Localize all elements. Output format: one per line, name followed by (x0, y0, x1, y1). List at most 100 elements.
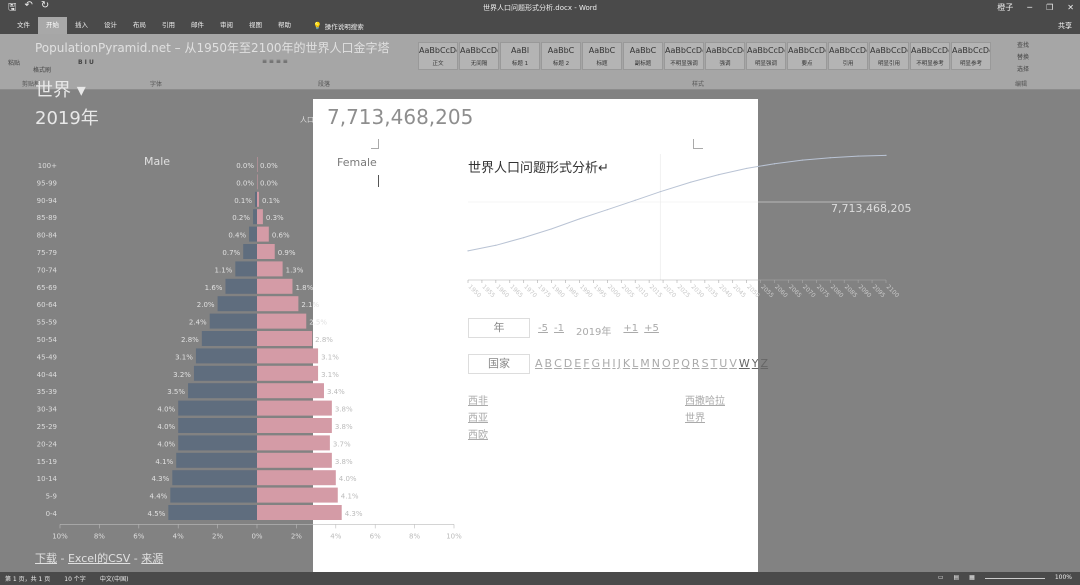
share-button[interactable]: 共享 (1058, 21, 1072, 31)
letter-link[interactable]: K (623, 357, 630, 370)
source-link[interactable]: 来源 (141, 552, 163, 565)
letter-link[interactable]: F (583, 357, 589, 370)
letter-link[interactable]: M (640, 357, 650, 370)
letter-link[interactable]: O (662, 357, 671, 370)
print-layout-icon[interactable]: ▤ (954, 574, 960, 581)
style-11[interactable]: AaBbCcDd 明显引用 (869, 42, 909, 70)
letter-link[interactable]: A (535, 357, 543, 370)
document-heading: 世界人口问题形式分析↵ (468, 161, 609, 176)
style-6[interactable]: AaBbCcDd 不明显强调 (664, 42, 704, 70)
female-label: Female (337, 156, 377, 169)
tab-6[interactable]: 邮件 (183, 17, 212, 34)
letter-link[interactable]: W (739, 357, 750, 370)
tab-2[interactable]: 插入 (67, 17, 96, 34)
letter-link[interactable]: D (564, 357, 572, 370)
male-bar (217, 296, 257, 312)
format-painter-button[interactable]: 格式刷 (33, 65, 51, 74)
find-button[interactable]: 查找 (1017, 40, 1029, 49)
style-1[interactable]: AaBbCcDd 无间隔 (459, 42, 499, 70)
tab-8[interactable]: 视图 (241, 17, 270, 34)
style-3[interactable]: AaBbC 标题 2 (541, 42, 581, 70)
letter-link[interactable]: T (711, 357, 718, 370)
x-tick-label: 1970 (522, 283, 538, 299)
style-9[interactable]: AaBbCcDd 要点 (787, 42, 827, 70)
female-value-label: 2.5% (309, 319, 327, 327)
style-2[interactable]: AaBl 标题 1 (500, 42, 540, 70)
letter-link[interactable]: I (612, 357, 615, 370)
letter-link[interactable]: G (592, 357, 601, 370)
female-bar (257, 209, 263, 225)
year-minus-1-link[interactable]: -1 (554, 323, 564, 338)
read-mode-icon[interactable]: ▭ (938, 574, 944, 581)
language-indicator[interactable]: 中文(中国) (100, 574, 129, 583)
region-link[interactable]: 西非 (468, 392, 488, 407)
letter-link[interactable]: Y (752, 357, 759, 370)
zoom-level[interactable]: 100% (1055, 574, 1072, 581)
replace-button[interactable]: 替换 (1017, 52, 1029, 61)
download-link[interactable]: 下载 (35, 552, 57, 565)
male-bar (195, 348, 257, 364)
tab-3[interactable]: 设计 (96, 17, 125, 34)
line-point (801, 159, 803, 161)
year-plus-1-link[interactable]: +1 (623, 323, 638, 338)
letter-link[interactable]: C (554, 357, 562, 370)
region-link[interactable]: 西撒哈拉 (685, 392, 725, 407)
letter-link[interactable]: Q (681, 357, 690, 370)
year-plus-5-link[interactable]: +5 (644, 323, 659, 338)
style-10[interactable]: AaBbCcDd 引用 (828, 42, 868, 70)
region-link[interactable]: 世界 (685, 409, 705, 424)
bold-button[interactable]: B I U (78, 59, 94, 66)
male-value-label: 4.0% (157, 423, 175, 431)
tab-9[interactable]: 帮助 (270, 17, 299, 34)
close-icon[interactable]: ✕ (1067, 3, 1074, 12)
letter-link[interactable]: V (729, 357, 737, 370)
restore-icon[interactable]: ❐ (1046, 3, 1053, 12)
group-styles: 样式 (692, 81, 705, 88)
select-button[interactable]: 选择 (1017, 64, 1029, 73)
page-heading: PopulationPyramid.net – 从1950年至2100年的世界人… (35, 41, 390, 55)
x-tick-label: 2030 (690, 283, 706, 299)
style-7[interactable]: AaBbCcDd 强调 (705, 42, 745, 70)
letter-link[interactable]: S (702, 357, 709, 370)
style-4[interactable]: AaBbC 标题 (582, 42, 622, 70)
minimize-icon[interactable]: ─ (1027, 3, 1032, 12)
tell-me-search[interactable]: 操作说明搜索 (325, 21, 364, 31)
tab-4[interactable]: 布局 (125, 17, 154, 34)
female-bar (257, 383, 324, 399)
style-13[interactable]: AaBbCcDd 明显参考 (951, 42, 991, 70)
tab-0[interactable]: 文件 (9, 17, 38, 34)
line-chart-value-label: 7,713,468,205 (831, 202, 912, 215)
letter-link[interactable]: R (692, 357, 700, 370)
letter-link[interactable]: J (618, 357, 621, 370)
margin-mark-tr (693, 139, 703, 149)
letter-link[interactable]: H (602, 357, 610, 370)
web-layout-icon[interactable]: ▦ (969, 574, 975, 581)
letter-link[interactable]: E (574, 357, 581, 370)
x-tick-label: 1955 (481, 283, 497, 299)
style-0[interactable]: AaBbCcDd 正文 (418, 42, 458, 70)
letter-link[interactable]: U (719, 357, 727, 370)
style-8[interactable]: AaBbCcDd 明显强调 (746, 42, 786, 70)
male-bar (209, 313, 257, 329)
zoom-slider[interactable] (984, 578, 1045, 579)
x-tick-label: 2035 (703, 283, 719, 299)
letter-link[interactable]: N (652, 357, 660, 370)
letter-link[interactable]: Z (761, 357, 769, 370)
letter-link[interactable]: L (632, 357, 638, 370)
style-12[interactable]: AaBbCcDd 不明显参考 (910, 42, 950, 70)
excel-csv-link[interactable]: Excel的CSV (68, 552, 130, 565)
age-group-label: 10-14 (37, 475, 58, 483)
region-link[interactable]: 西欧 (468, 426, 488, 441)
male-value-label: 0.1% (234, 197, 252, 205)
paste-button[interactable]: 粘贴 (8, 58, 20, 67)
letter-link[interactable]: B (545, 357, 553, 370)
area-selector[interactable]: 世界 ▾ (35, 76, 86, 102)
style-5[interactable]: AaBbC 副标题 (623, 42, 663, 70)
age-group-label: 20-24 (37, 440, 58, 448)
letter-link[interactable]: P (673, 357, 680, 370)
year-minus-5-link[interactable]: -5 (538, 323, 548, 338)
region-link[interactable]: 西亚 (468, 409, 488, 424)
tab-7[interactable]: 审阅 (212, 17, 241, 34)
tab-1[interactable]: 开始 (38, 17, 67, 34)
tab-5[interactable]: 引用 (154, 17, 183, 34)
